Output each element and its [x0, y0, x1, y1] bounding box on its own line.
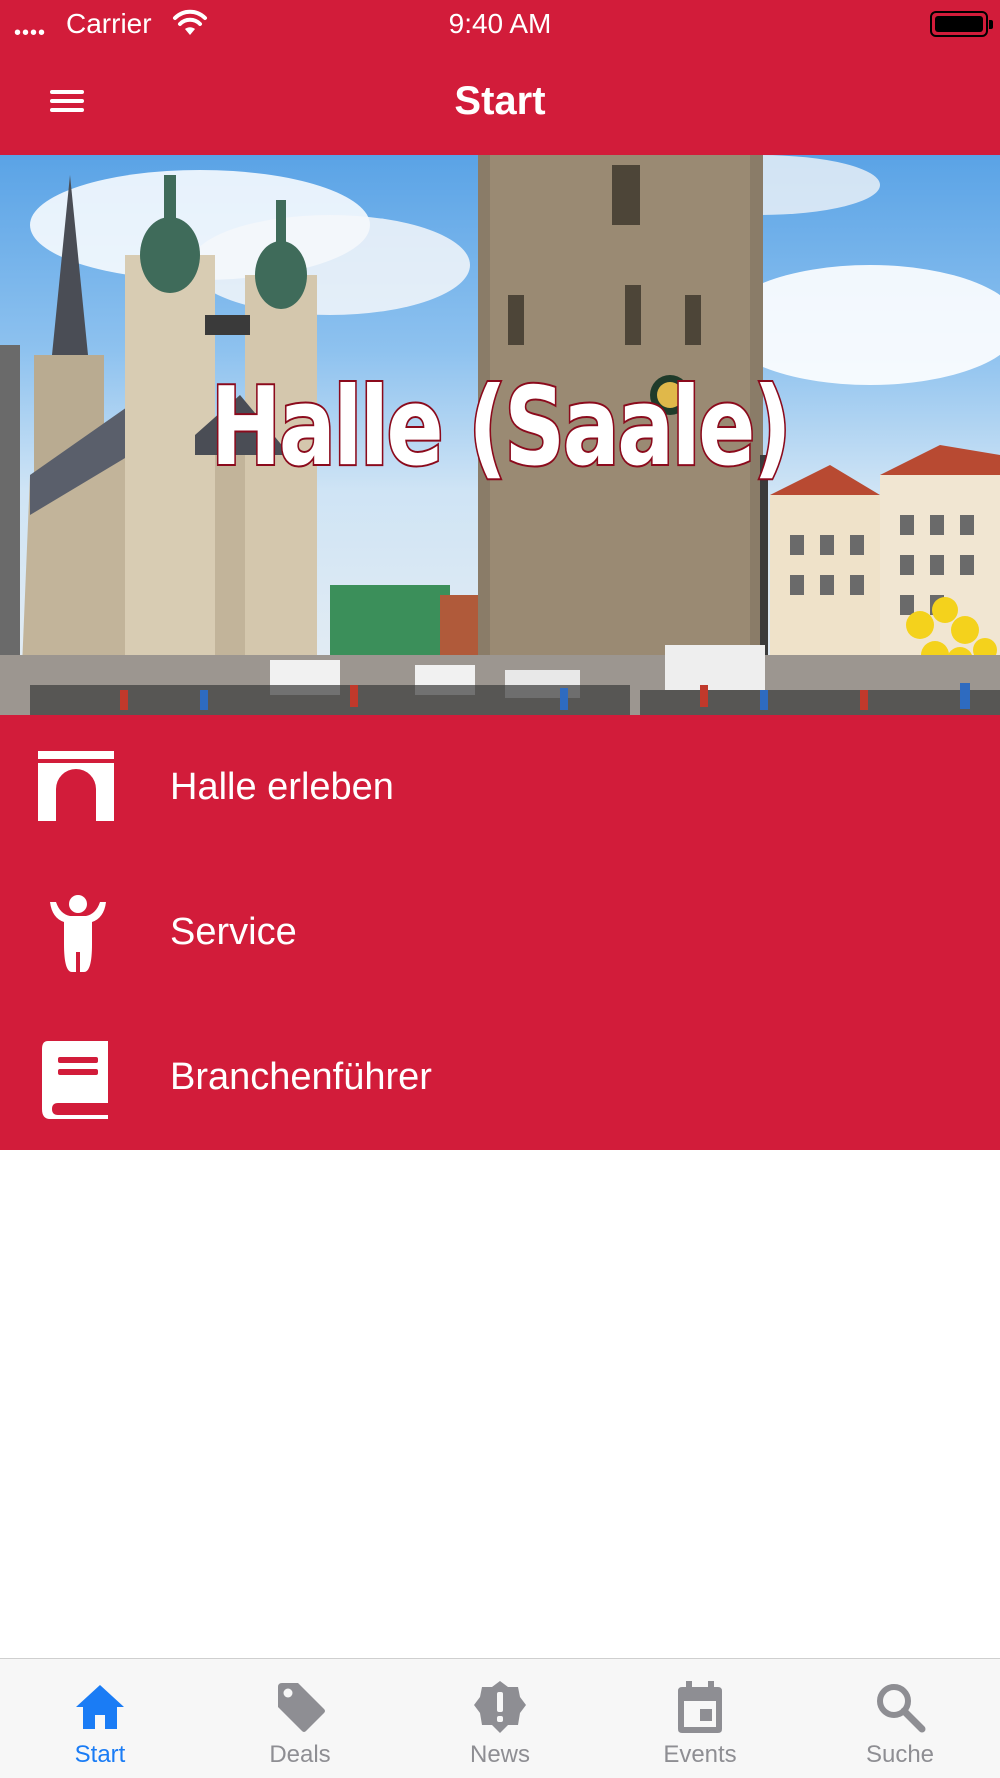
tab-label: News	[469, 1741, 530, 1768]
menu-item-service[interactable]: Service	[0, 860, 1000, 1005]
tab-label: Deals	[269, 1741, 331, 1768]
page-title: Start	[454, 79, 546, 123]
status-bar: •••• Carrier 9:40 AM	[0, 0, 1000, 48]
tab-bar: Start Deals News Events Suche	[0, 1658, 1000, 1778]
calendar-icon	[678, 1681, 722, 1733]
menu-item-label: Halle erleben	[170, 766, 394, 808]
alert-badge-icon	[474, 1681, 526, 1733]
search-icon	[877, 1684, 926, 1733]
tab-label: Suche	[865, 1741, 935, 1768]
menu-item-label: Service	[170, 911, 297, 953]
home-icon	[76, 1685, 124, 1729]
tab-news[interactable]: News	[400, 1659, 600, 1778]
status-time: 9:40 AM	[448, 8, 552, 39]
menu-item-branchenfuehrer[interactable]: Branchenführer	[0, 1005, 1000, 1150]
tag-icon	[278, 1683, 325, 1732]
tab-events[interactable]: Events	[600, 1659, 800, 1778]
battery-icon	[930, 11, 993, 37]
navigation-bar: Start	[0, 48, 1000, 155]
tab-suche[interactable]: Suche	[800, 1659, 1000, 1778]
hero-title: Halle (Saale)	[209, 363, 793, 492]
main-menu-list: Halle erleben Service Branchenführer	[0, 715, 1000, 1150]
hero-image: Halle (Saale)	[0, 155, 1000, 715]
tab-start[interactable]: Start	[0, 1659, 200, 1778]
tab-label: Start	[74, 1741, 126, 1768]
gate-arch-icon	[38, 751, 114, 821]
book-icon	[42, 1041, 108, 1119]
tab-label: Events	[663, 1741, 737, 1768]
person-icon	[50, 895, 106, 972]
tab-deals[interactable]: Deals	[200, 1659, 400, 1778]
menu-item-halle-erleben[interactable]: Halle erleben	[0, 715, 1000, 860]
menu-item-label: Branchenführer	[170, 1056, 432, 1098]
